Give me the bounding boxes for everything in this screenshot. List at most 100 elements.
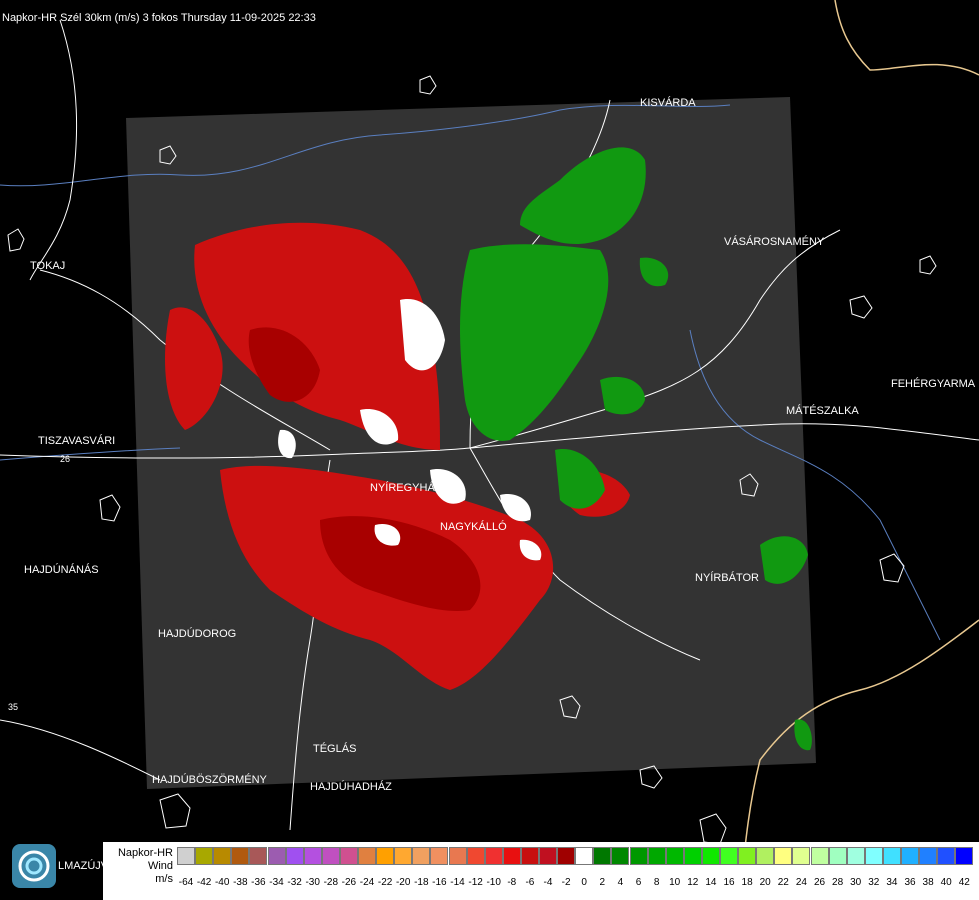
city-label-kisvarda: KISVÁRDA (640, 97, 696, 109)
legend-tick-label: -22 (377, 877, 393, 888)
legend-swatch (448, 847, 467, 865)
legend-swatch (756, 847, 775, 865)
legend-swatch (810, 847, 829, 865)
legend-swatch (738, 847, 757, 865)
legend-tick-label: 16 (723, 877, 735, 888)
legend-tick-label: 36 (904, 877, 916, 888)
legend-unit: m/s (155, 873, 173, 885)
legend-swatch (629, 847, 648, 865)
legend-swatch (285, 847, 304, 865)
legend-tick-label: -30 (305, 877, 320, 888)
city-label-nyirbator: NYÍRBÁTOR (695, 572, 759, 584)
city-label-tokaj: TOKAJ (30, 260, 66, 272)
city-label-hajduboszormeny: HAJDÚBÖSZÖRMÉNY (152, 774, 267, 786)
legend-swatch (339, 847, 358, 865)
legend-tick-label: 28 (832, 877, 844, 888)
legend-swatch (376, 847, 395, 865)
legend-swatch (919, 847, 938, 865)
legend-swatch (394, 847, 413, 865)
legend-swatch (249, 847, 268, 865)
legend-tick-label: 32 (868, 877, 880, 888)
legend-swatch (267, 847, 286, 865)
legend-tick-label: -34 (269, 877, 284, 888)
map-title: Napkor-HR Szél 30km (m/s) 3 fokos Thursd… (2, 12, 316, 24)
legend-tick-label: 8 (653, 877, 660, 888)
city-label-hajdudorog: HAJDÚDOROG (158, 628, 237, 640)
legend-name-line2: Wind (147, 860, 173, 872)
legend-tick-label: 38 (922, 877, 934, 888)
legend-tick-label: -36 (251, 877, 266, 888)
legend-swatch (955, 847, 974, 865)
legend-tick-label: 14 (705, 877, 717, 888)
city-label-tiszavasvari: TISZAVASVÁRI (38, 435, 116, 447)
legend-swatch (520, 847, 539, 865)
legend-tick-label: -40 (214, 877, 230, 888)
legend-tick-label: -10 (486, 877, 501, 888)
legend-swatch (231, 847, 250, 865)
legend-swatch (864, 847, 883, 865)
legend-tick-label: -42 (196, 877, 212, 888)
city-label-nyiregyhaza: NYÍREGYHÁZA (370, 482, 449, 494)
legend-tick-label: 24 (795, 877, 807, 888)
legend-swatch (177, 847, 195, 865)
legend-swatch (484, 847, 503, 865)
legend-tick-label: -38 (233, 877, 248, 888)
legend-swatch (846, 847, 865, 865)
legend-swatch (358, 847, 376, 865)
legend-swatch (683, 847, 702, 865)
legend-swatch (720, 847, 738, 865)
legend-swatch (430, 847, 449, 865)
legend-swatch (466, 847, 485, 865)
legend-tick-label: -18 (414, 877, 429, 888)
city-label-hajdunanas: HAJDÚNÁNÁS (24, 564, 99, 576)
legend-swatch (321, 847, 340, 865)
legend-tick-label: -20 (395, 877, 411, 888)
city-label-mateszalka: MÁTÉSZALKA (786, 405, 859, 417)
legend-swatch (412, 847, 431, 865)
road-number: 35 (8, 702, 18, 712)
legend-tick-label: 4 (617, 877, 624, 888)
legend-tick-label: 12 (687, 877, 699, 888)
legend-tick-label: -24 (359, 877, 375, 888)
legend-tick-label: -26 (341, 877, 357, 888)
legend-tick-label: -8 (507, 877, 517, 888)
legend-swatch (593, 847, 612, 865)
legend-tick-label: 26 (813, 877, 826, 888)
legend-tick-label: -2 (561, 877, 571, 888)
city-label-vasarosnameny: VÁSÁROSNAMÉNY (724, 236, 825, 248)
legend-swatch (195, 847, 214, 865)
legend-tick-label: -12 (468, 877, 483, 888)
legend-swatch (611, 847, 630, 865)
legend-tick-label: 20 (759, 877, 771, 888)
legend-swatch (665, 847, 684, 865)
app-logo-icon (12, 844, 56, 888)
legend-tick-label: -32 (287, 877, 302, 888)
legend-swatch (882, 847, 901, 865)
legend-tick-label: -6 (525, 877, 535, 888)
city-label-teglas: TÉGLÁS (313, 743, 357, 755)
legend-swatch (792, 847, 811, 865)
legend-tick-label: 30 (850, 877, 862, 888)
legend-tick-label: 40 (940, 877, 952, 888)
legend-title: Napkor-HR Wind m/s (107, 847, 173, 886)
legend-swatch (901, 847, 919, 865)
legend-tick-label: 2 (599, 877, 606, 888)
legend-tick-label: 18 (741, 877, 753, 888)
legend-tick-label: 10 (669, 877, 681, 888)
legend-swatch (701, 847, 720, 865)
radar-map[interactable]: 26 35 (0, 0, 979, 900)
legend-tick-label: -16 (432, 877, 447, 888)
legend-swatch (213, 847, 232, 865)
legend-swatch (937, 847, 956, 865)
city-label-fehergyarmat: FEHÉRGYARMA (891, 378, 976, 390)
road-number: 26 (60, 454, 70, 464)
legend-tick-label: 6 (635, 877, 642, 888)
legend-tick-label: -4 (543, 877, 553, 888)
legend-tick-label: 34 (886, 877, 898, 888)
legend-tick-label: -28 (323, 877, 339, 888)
legend-tick-label: -64 (178, 877, 194, 888)
radar-coverage-area (126, 97, 816, 789)
legend-swatch (575, 847, 594, 865)
legend-tick-label: 42 (958, 877, 970, 888)
legend-swatch (774, 847, 793, 865)
